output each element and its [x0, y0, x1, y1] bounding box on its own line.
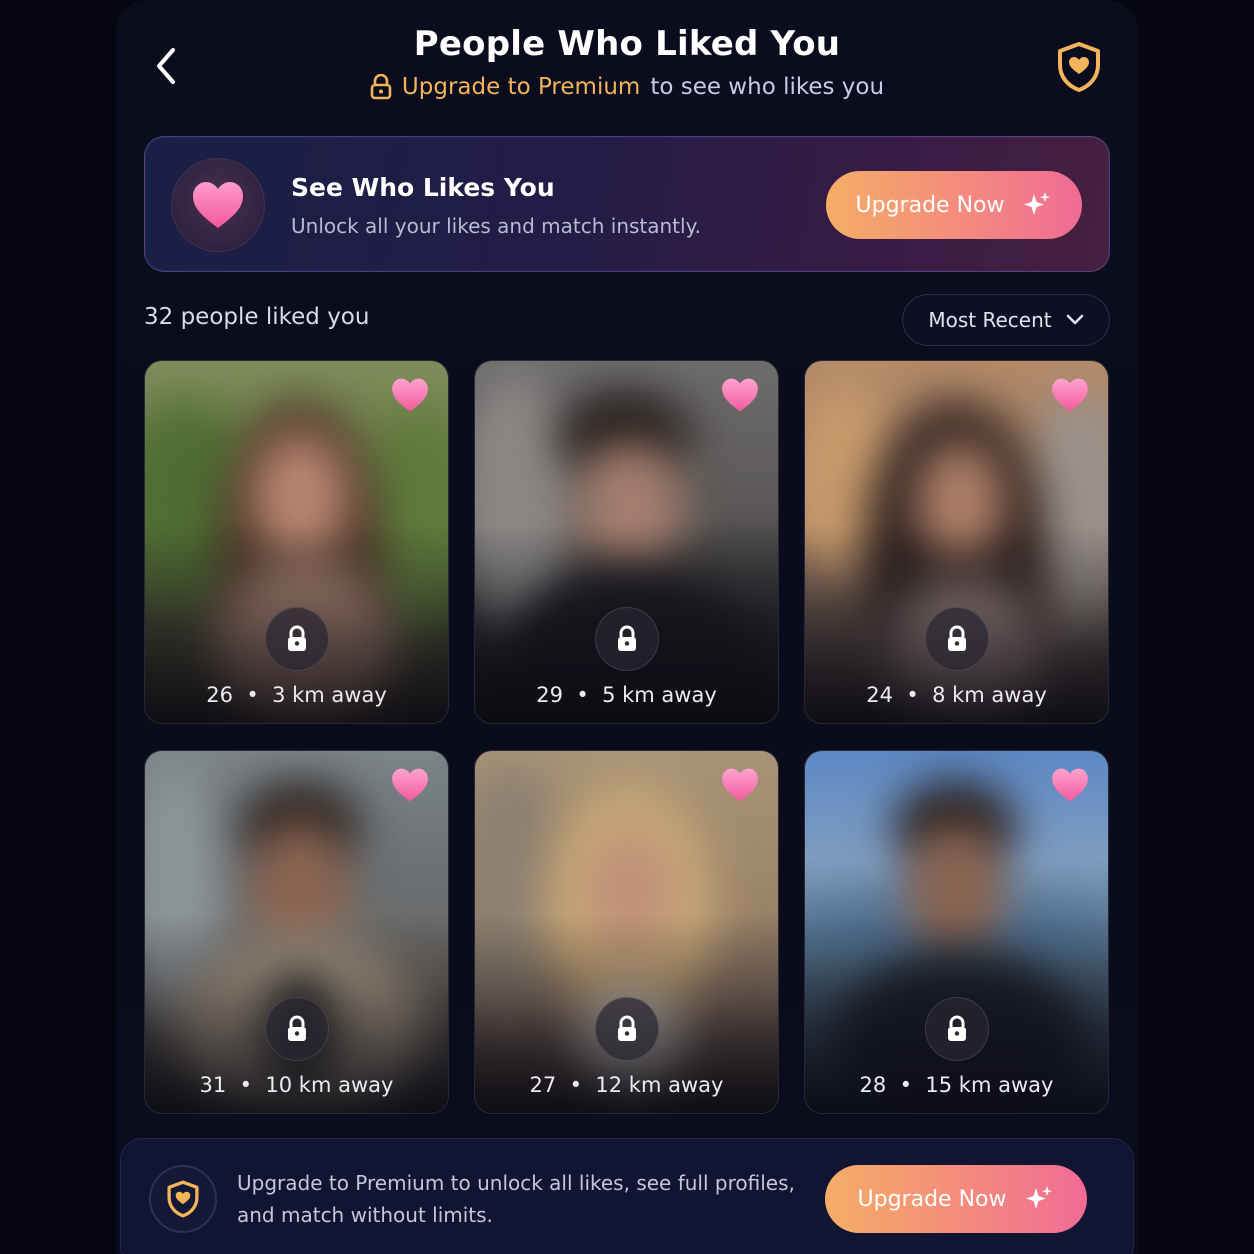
lock-icon: [617, 625, 636, 651]
bottom-upgrade-bar: Upgrade to Premium to unlock all likes, …: [120, 1138, 1134, 1254]
heart-icon: [722, 768, 758, 802]
profile-card[interactable]: 31 • 10 km away: [144, 750, 449, 1114]
premium-shield-button[interactable]: [1054, 40, 1104, 94]
profile-info: 28 • 15 km away: [859, 1073, 1054, 1097]
page-subtitle: Upgrade to Premium to see who likes you: [116, 74, 1138, 100]
profile-distance: 15 km away: [925, 1073, 1054, 1097]
subtitle-text: to see who likes you: [650, 74, 885, 100]
locked-badge: [594, 607, 659, 671]
sparkle-icon: [1026, 1186, 1053, 1209]
locked-badge: [594, 997, 659, 1061]
premium-banner: See Who Likes You Unlock all your likes …: [144, 136, 1110, 272]
profile-info: 29 • 5 km away: [536, 683, 717, 707]
sparkle-icon: [1024, 192, 1051, 215]
lock-icon: [370, 74, 392, 100]
profile-card[interactable]: 29 • 5 km away: [474, 360, 779, 724]
profile-card[interactable]: 27 • 12 km away: [474, 750, 779, 1114]
upgrade-now-button[interactable]: Upgrade Now: [826, 171, 1082, 239]
upgrade-now-label: Upgrade Now: [855, 192, 1005, 218]
page-title: People Who Liked You: [413, 24, 841, 64]
lock-icon: [617, 1015, 636, 1041]
profile-age: 29: [536, 683, 563, 707]
lock-icon: [287, 625, 306, 651]
shield-heart-icon: [1058, 42, 1100, 92]
heart-icon: [722, 378, 758, 412]
heart-icon: [193, 182, 243, 228]
upgrade-now-label: Upgrade Now: [857, 1186, 1007, 1212]
lock-icon: [947, 1015, 966, 1041]
profile-distance: 3 km away: [272, 683, 387, 707]
profile-info: 26 • 3 km away: [206, 683, 387, 707]
upgrade-link[interactable]: Upgrade to Premium: [402, 74, 640, 100]
heart-icon: [1052, 378, 1088, 412]
chevron-down-icon: [1066, 314, 1083, 325]
upgrade-now-button[interactable]: Upgrade Now: [825, 1165, 1087, 1233]
shield-badge: [149, 1165, 217, 1233]
sort-label: Most Recent: [928, 308, 1052, 332]
profile-info: 31 • 10 km away: [199, 1073, 394, 1097]
profile-age: 27: [529, 1073, 557, 1097]
banner-title: See Who Likes You: [291, 173, 555, 202]
banner-heart-badge: [171, 158, 265, 252]
profile-info: 24 • 8 km away: [866, 683, 1047, 707]
profile-card[interactable]: 26 • 3 km away: [144, 360, 449, 724]
locked-badge: [924, 997, 989, 1061]
bottom-upgrade-text: Upgrade to Premium to unlock all likes, …: [237, 1171, 795, 1227]
profile-distance: 8 km away: [932, 683, 1047, 707]
likes-count: 32 people liked you: [144, 304, 370, 330]
app-screen: People Who Liked You Upgrade to Premium …: [116, 0, 1138, 1254]
banner-subtitle: Unlock all your likes and match instantl…: [291, 214, 701, 238]
profile-card[interactable]: 24 • 8 km away: [804, 360, 1109, 724]
profile-distance: 12 km away: [595, 1073, 724, 1097]
profile-card[interactable]: 28 • 15 km away: [804, 750, 1109, 1114]
lock-icon: [947, 625, 966, 651]
profile-age: 28: [859, 1073, 887, 1097]
locked-badge: [264, 607, 329, 671]
profile-distance: 10 km away: [265, 1073, 394, 1097]
profile-distance: 5 km away: [602, 683, 717, 707]
profile-info: 27 • 12 km away: [529, 1073, 724, 1097]
heart-icon: [392, 378, 428, 412]
locked-badge: [924, 607, 989, 671]
locked-badge: [264, 997, 329, 1061]
profile-age: 31: [199, 1073, 227, 1097]
heart-icon: [392, 768, 428, 802]
shield-heart-icon: [167, 1180, 199, 1218]
profile-age: 24: [866, 683, 893, 707]
sort-dropdown[interactable]: Most Recent: [902, 294, 1110, 346]
lock-icon: [287, 1015, 306, 1041]
profile-age: 26: [206, 683, 233, 707]
heart-icon: [1052, 768, 1088, 802]
